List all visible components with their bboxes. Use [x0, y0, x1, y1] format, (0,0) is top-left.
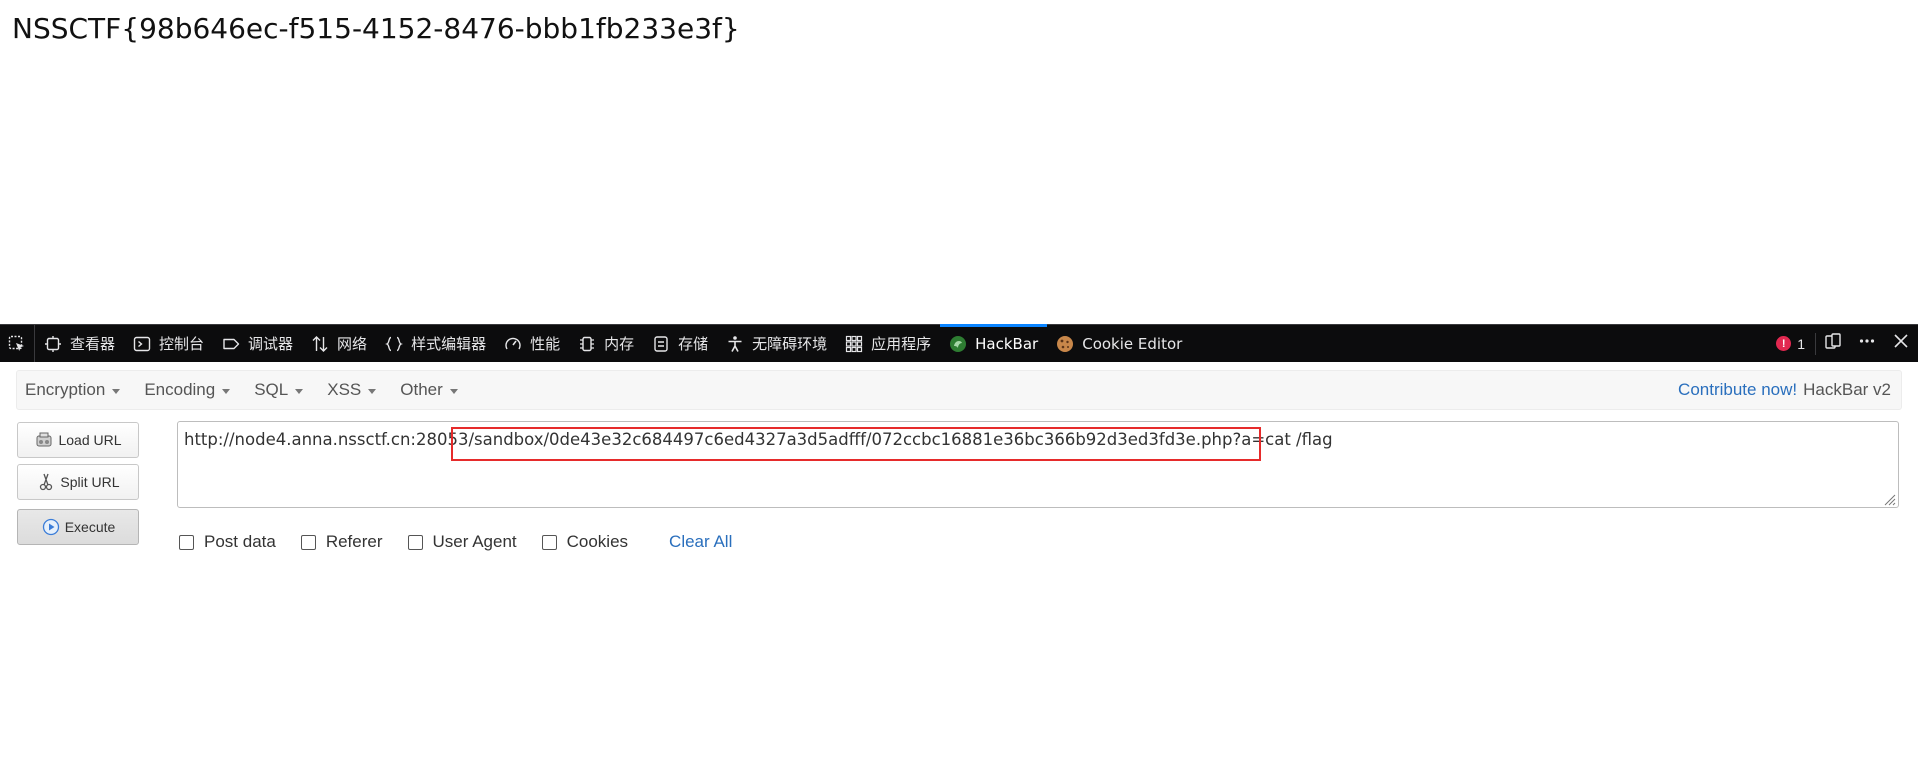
network-icon: [311, 335, 329, 353]
tab-label: 样式编辑器: [411, 335, 487, 353]
debugger-icon: [222, 335, 240, 353]
execute-button[interactable]: Execute: [17, 509, 139, 545]
tab-label: 调试器: [248, 335, 294, 353]
tab-storage[interactable]: 存储: [643, 325, 717, 363]
element-picker-icon: [8, 335, 26, 353]
menu-encryption[interactable]: Encryption: [17, 370, 128, 410]
dock-options-button[interactable]: [1816, 325, 1850, 363]
error-count: 1: [1797, 335, 1805, 352]
option-referer[interactable]: Referer: [300, 532, 383, 552]
split-url-label: Split URL: [60, 474, 120, 490]
hackbar-version: HackBar v2: [1803, 380, 1891, 399]
tab-label: Cookie Editor: [1082, 334, 1183, 353]
error-icon: !: [1776, 336, 1792, 351]
tab-debugger[interactable]: 调试器: [213, 325, 302, 363]
storage-icon: [652, 335, 670, 353]
more-icon: [1858, 332, 1876, 355]
hackbar-menubar: Encryption Encoding SQL XSS Other Contri…: [16, 370, 1902, 410]
menu-label: Encryption: [25, 380, 106, 399]
tab-inspector[interactable]: 查看器: [35, 325, 124, 363]
application-icon: [845, 335, 863, 353]
url-host-text: http://node4.anna.nssctf.cn:28053/: [184, 430, 475, 449]
tab-style-editor[interactable]: 样式编辑器: [376, 325, 495, 363]
tab-cookie-editor[interactable]: Cookie Editor: [1047, 325, 1191, 363]
tab-application[interactable]: 应用程序: [836, 325, 940, 363]
clear-all-link[interactable]: Clear All: [669, 532, 732, 552]
caret-down-icon: [368, 388, 377, 394]
menu-label: Other: [400, 380, 443, 399]
menu-xss[interactable]: XSS: [319, 370, 384, 410]
inspector-icon: [44, 335, 62, 353]
option-user-agent[interactable]: User Agent: [407, 532, 517, 552]
execute-label: Execute: [64, 519, 116, 535]
url-textarea[interactable]: http://node4.anna.nssctf.cn:28053/sandbo…: [177, 421, 1899, 508]
caret-down-icon: [222, 388, 231, 394]
tab-hackbar[interactable]: HackBar: [940, 323, 1048, 363]
caret-down-icon: [295, 388, 304, 394]
play-icon: [41, 517, 61, 537]
element-picker-button[interactable]: [0, 324, 35, 363]
error-count-button[interactable]: ! 1: [1766, 332, 1816, 355]
post-data-checkbox[interactable]: [179, 534, 194, 550]
style-editor-icon: [385, 335, 403, 353]
memory-icon: [578, 335, 596, 353]
tab-label: 无障碍环境: [752, 335, 828, 353]
hackbar-icon: [949, 335, 967, 353]
contribute-link[interactable]: Contribute now!: [1678, 380, 1797, 400]
user-agent-checkbox[interactable]: [407, 534, 423, 550]
tab-label: 控制台: [159, 335, 205, 353]
tab-memory[interactable]: 内存: [569, 325, 643, 363]
tab-label: 应用程序: [871, 335, 932, 353]
console-icon: [133, 335, 151, 353]
flag-text: NSSCTF{98b646ec-f515-4152-8476-bbb1fb233…: [12, 12, 740, 45]
option-cookies[interactable]: Cookies: [541, 532, 629, 552]
caret-down-icon: [449, 388, 458, 394]
tab-accessibility[interactable]: 无障碍环境: [717, 325, 836, 363]
close-devtools-button[interactable]: [1884, 325, 1918, 363]
performance-icon: [504, 335, 522, 353]
load-url-icon: [34, 430, 54, 450]
option-post-data[interactable]: Post data: [179, 532, 276, 552]
tab-label: 性能: [530, 335, 561, 353]
menubar-right: Contribute now! HackBar v2: [1678, 380, 1901, 400]
option-label: Post data: [204, 532, 276, 551]
split-url-button[interactable]: Split URL: [17, 464, 139, 500]
accessibility-icon: [726, 335, 744, 353]
menu-label: SQL: [254, 380, 289, 399]
scissors-icon: [36, 472, 56, 492]
menu-sql[interactable]: SQL: [246, 370, 311, 410]
toolbar-right: ! 1: [1766, 325, 1918, 363]
caret-down-icon: [112, 388, 121, 394]
close-icon: [1892, 332, 1910, 355]
tab-label: HackBar: [975, 334, 1039, 353]
more-options-button[interactable]: [1850, 325, 1884, 363]
menu-label: XSS: [327, 380, 362, 399]
option-label: User Agent: [432, 532, 517, 551]
menu-other[interactable]: Other: [392, 370, 466, 410]
cookies-checkbox[interactable]: [541, 534, 557, 550]
tab-performance[interactable]: 性能: [495, 325, 569, 363]
dock-icon: [1824, 332, 1842, 355]
tab-label: 查看器: [70, 335, 116, 353]
option-label: Referer: [325, 532, 383, 551]
menu-encoding[interactable]: Encoding: [136, 370, 238, 410]
tab-label: 网络: [337, 335, 368, 353]
tab-network[interactable]: 网络: [302, 325, 376, 363]
menu-label: Encoding: [144, 380, 216, 399]
cookie-icon: [1056, 335, 1074, 353]
tab-console[interactable]: 控制台: [124, 325, 213, 363]
url-path-text: sandbox/0de43e32c684497c6ed4327a3d5adfff…: [474, 430, 1333, 449]
devtools-toolbar: 查看器 控制台 调试器 网络 样式编辑器 性能 内存 存储 无障碍环境 应用程序…: [0, 323, 1918, 363]
load-url-label: Load URL: [58, 432, 122, 448]
request-options: Post data Referer User Agent Cookies Cle…: [179, 532, 732, 552]
option-label: Cookies: [566, 532, 629, 551]
load-url-button[interactable]: Load URL: [17, 422, 139, 458]
hackbar-panel: Encryption Encoding SQL XSS Other Contri…: [0, 362, 1918, 778]
tab-label: 内存: [604, 335, 635, 353]
referer-checkbox[interactable]: [300, 534, 316, 550]
page-content: NSSCTF{98b646ec-f515-4152-8476-bbb1fb233…: [0, 0, 1918, 324]
resize-grip-icon[interactable]: [1882, 491, 1896, 506]
tab-label: 存储: [678, 335, 709, 353]
